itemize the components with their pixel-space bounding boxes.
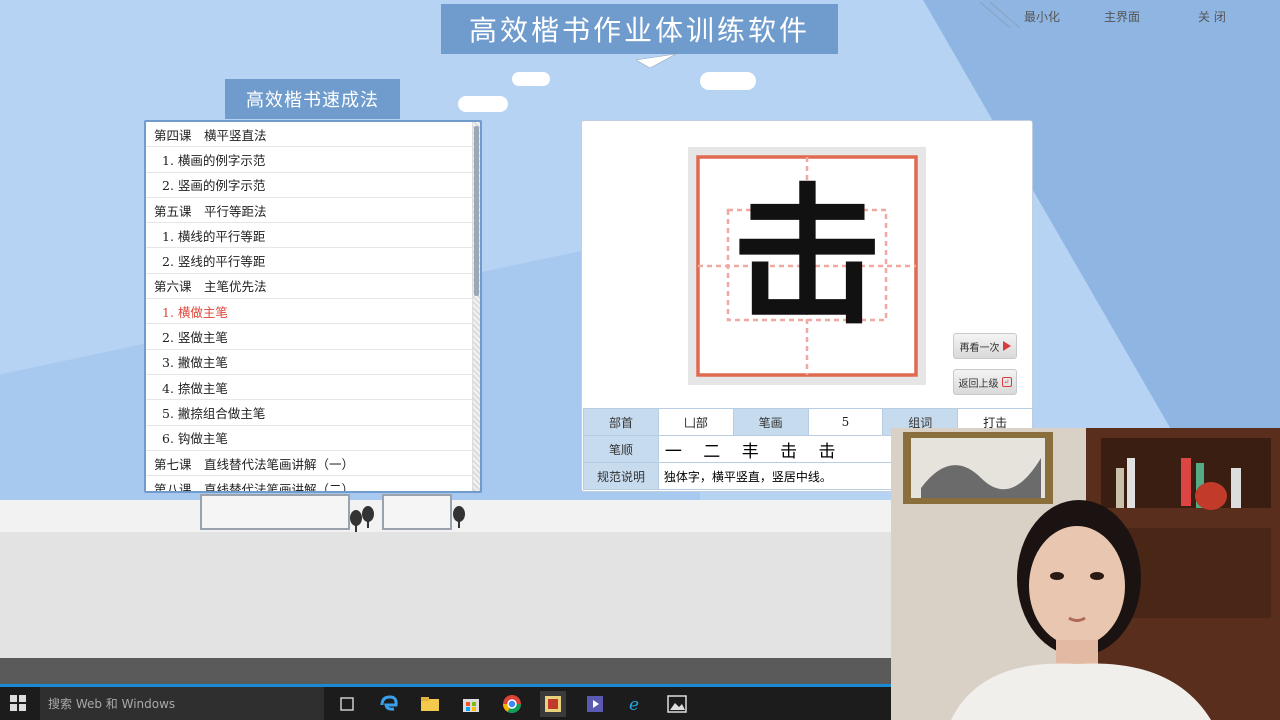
play-icon bbox=[1002, 341, 1011, 351]
close-button[interactable]: 关 闭 bbox=[1198, 8, 1226, 25]
chrome-icon[interactable] bbox=[499, 691, 525, 717]
lesson-heading[interactable]: 第五课 平行等距法 bbox=[146, 198, 474, 224]
minimize-button[interactable]: 最小化 bbox=[1024, 8, 1060, 25]
character-glyph: 击 bbox=[732, 171, 882, 345]
lesson-item[interactable]: 4. 捺做主笔 bbox=[146, 375, 474, 401]
tree-decoration bbox=[350, 510, 362, 532]
lesson-item[interactable]: 5. 撇捺组合做主笔 bbox=[146, 400, 474, 426]
lesson-item[interactable]: 3. 撇做主笔 bbox=[146, 350, 474, 375]
back-label: 返回上级 bbox=[958, 378, 999, 390]
task-view-icon[interactable] bbox=[334, 691, 360, 717]
lesson-item[interactable]: 1. 横画的例字示范 bbox=[146, 147, 474, 173]
replay-button[interactable]: 再看一次 bbox=[953, 333, 1017, 359]
cloud-decoration bbox=[512, 72, 550, 86]
radical-value: 凵部 bbox=[657, 408, 734, 436]
character-grid: 击 bbox=[688, 147, 926, 385]
cloud-decoration bbox=[458, 96, 508, 112]
stroke-order-label: 笔顺 bbox=[583, 435, 659, 463]
photos-icon[interactable] bbox=[664, 691, 690, 717]
back-button[interactable]: 返回上级 ↵ bbox=[953, 369, 1017, 395]
file-explorer-icon[interactable] bbox=[417, 691, 443, 717]
lesson-item[interactable]: 1. 横做主笔 bbox=[146, 299, 474, 325]
windows-start-icon[interactable] bbox=[10, 695, 26, 711]
svg-text:e: e bbox=[629, 695, 639, 714]
return-icon: ↵ bbox=[1001, 377, 1012, 387]
strokes-label: 笔画 bbox=[732, 408, 809, 436]
app-title: 高效楷书作业体训练软件 bbox=[441, 4, 838, 54]
building-decoration bbox=[200, 494, 350, 530]
lesson-heading[interactable]: 第六课 主笔优先法 bbox=[146, 274, 474, 300]
lesson-item[interactable]: 2. 竖线的平行等距 bbox=[146, 248, 474, 274]
lesson-heading[interactable]: 第八课 直线替代法笔画讲解（二） bbox=[146, 476, 474, 491]
rule-label: 规范说明 bbox=[583, 462, 659, 490]
media-icon[interactable] bbox=[582, 691, 608, 717]
store-icon[interactable] bbox=[458, 691, 484, 717]
section-tab[interactable]: 高效楷书速成法 bbox=[225, 79, 400, 119]
lesson-item[interactable]: 2. 竖画的例字示范 bbox=[146, 173, 474, 198]
taskbar-search[interactable]: 搜索 Web 和 Windows bbox=[40, 687, 324, 720]
webcam-feed bbox=[891, 428, 1280, 720]
tree-decoration bbox=[362, 506, 374, 528]
building-decoration bbox=[382, 494, 452, 530]
replay-label: 再看一次 bbox=[959, 342, 1000, 354]
edge-icon[interactable] bbox=[376, 691, 402, 717]
scroll-thumb[interactable] bbox=[474, 126, 479, 296]
window-controls: 最小化 主界面 关 闭 bbox=[1000, 8, 1260, 28]
paper-plane-icon bbox=[636, 54, 676, 68]
taskbar: 搜索 Web 和 Windows e bbox=[0, 687, 891, 720]
lesson-item[interactable]: 2. 竖做主笔 bbox=[146, 324, 474, 350]
ie-icon[interactable]: e bbox=[623, 691, 649, 717]
lesson-heading[interactable]: 第七课 直线替代法笔画讲解（一） bbox=[146, 451, 474, 477]
lesson-item[interactable]: 1. 横线的平行等距 bbox=[146, 223, 474, 249]
lesson-item[interactable]: 6. 钩做主笔 bbox=[146, 426, 474, 451]
cloud-decoration bbox=[700, 72, 756, 90]
tree-decoration bbox=[453, 506, 465, 528]
lesson-heading[interactable]: 第四课 横平竖直法 bbox=[146, 122, 474, 148]
calligraphy-app-icon[interactable] bbox=[540, 691, 566, 717]
home-button[interactable]: 主界面 bbox=[1104, 8, 1140, 25]
radical-label: 部首 bbox=[583, 408, 659, 436]
strokes-value: 5 bbox=[807, 408, 884, 436]
svg-text:击: 击 bbox=[732, 171, 882, 345]
lesson-scrollbar[interactable] bbox=[472, 122, 480, 491]
lesson-list: 第四课 横平竖直法 1. 横画的例字示范 2. 竖画的例字示范 第五课 平行等距法 1.… bbox=[146, 122, 474, 491]
lesson-panel: 第四课 横平竖直法 1. 横画的例字示范 2. 竖画的例字示范 第五课 平行等距法 1.… bbox=[144, 120, 482, 493]
